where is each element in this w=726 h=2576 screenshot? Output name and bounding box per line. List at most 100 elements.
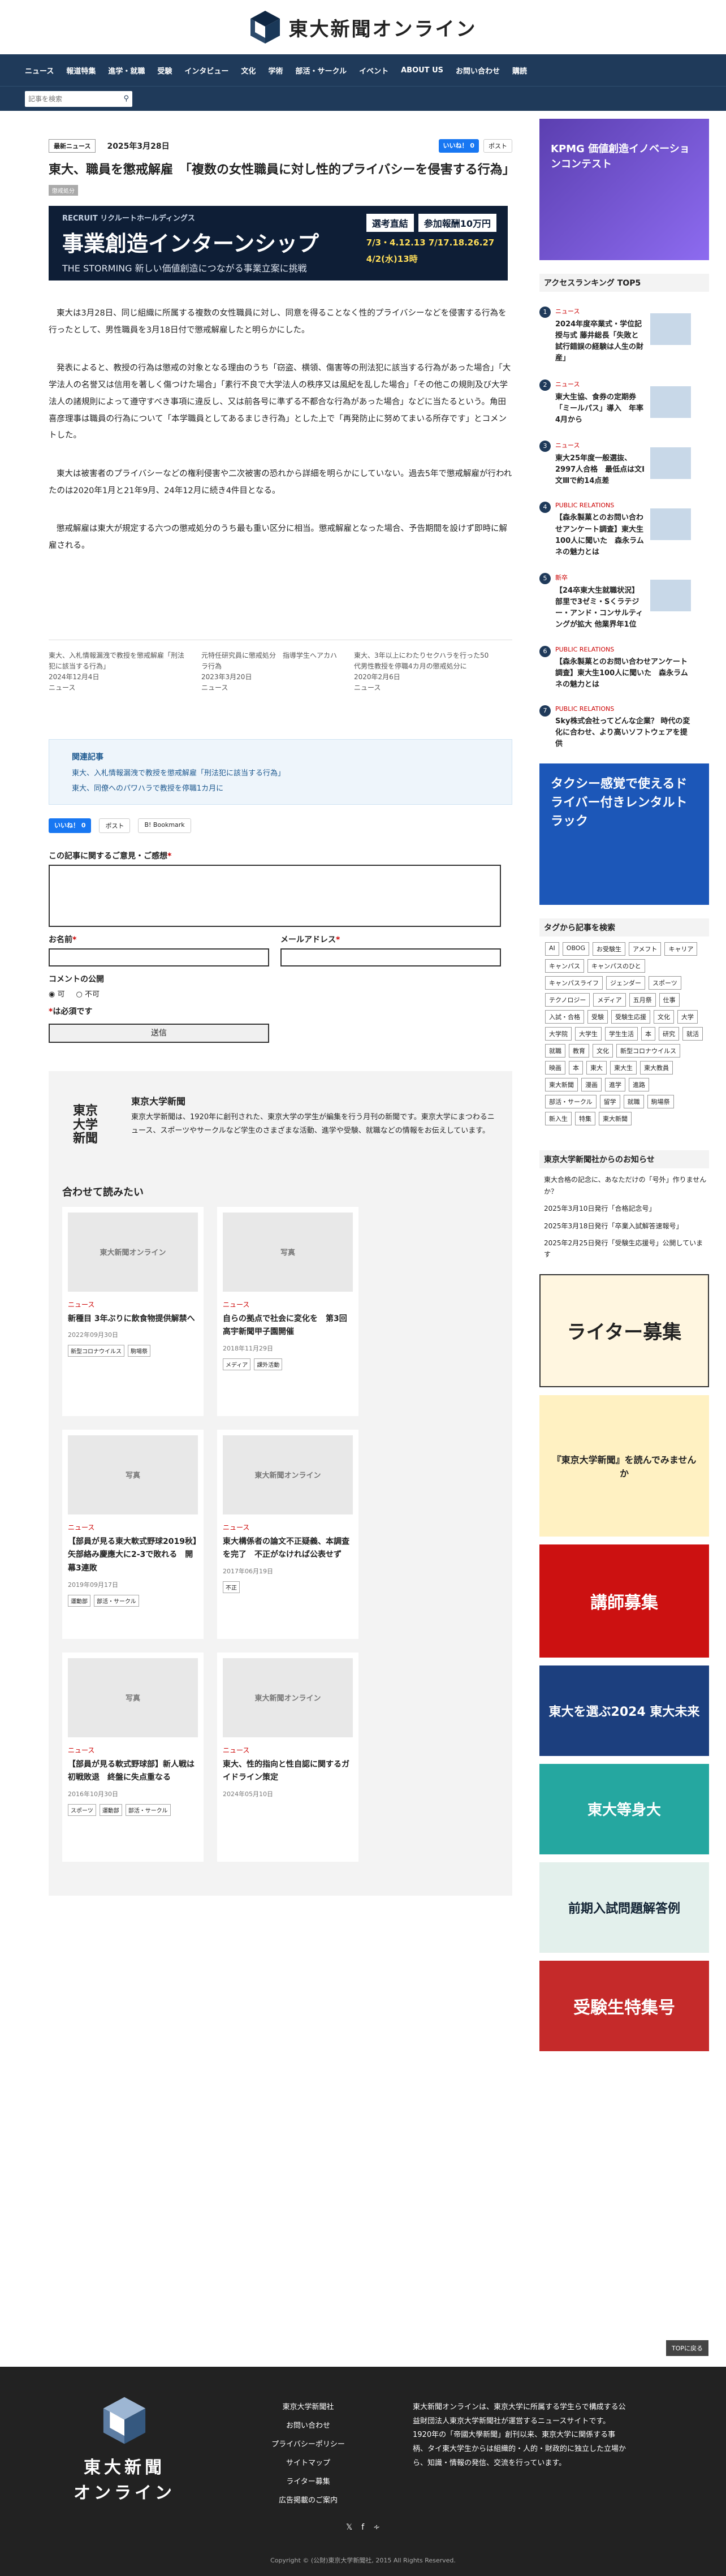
tag-link[interactable]: 大学院	[545, 1027, 572, 1041]
tag-link[interactable]: 留学	[599, 1095, 620, 1109]
card-tag[interactable]: 部活・サークル	[125, 1804, 171, 1816]
ranking-item[interactable]: 2 ニュース 東大生協、食券の定期券「ミールパス」導入 年率4月から	[539, 379, 709, 426]
footer-link[interactable]: 東京大学新聞社	[282, 2401, 334, 2411]
ranking-item[interactable]: 3 ニュース 東大25年度一般選抜、2997人合格 最低点は文Ⅰ文Ⅲで約14点差	[539, 440, 709, 487]
tag-link[interactable]: 研究	[659, 1027, 679, 1041]
nav-item[interactable]: 学術	[268, 65, 283, 76]
category-badge[interactable]: 最新ニュース	[49, 139, 96, 153]
exam-special-ad[interactable]: 受験生特集号	[539, 1960, 709, 2051]
tag-link[interactable]: アメフト	[628, 942, 662, 956]
tag-link[interactable]: 学生生活	[605, 1027, 638, 1041]
notice-item[interactable]: 東大合格の記念に、あなただけの「号外」作りませんか？	[539, 1174, 709, 1197]
tag-link[interactable]: 部活・サークル	[545, 1095, 597, 1109]
tag-link[interactable]: スポーツ	[649, 976, 681, 990]
tag-link[interactable]: 漫画	[581, 1078, 602, 1092]
ranking-item[interactable]: 1 ニュース 2024年度卒業式・学位記授与式 藤井総長「失敗と試行錯誤の経験は人生…	[539, 307, 709, 365]
nav-item[interactable]: お問い合わせ	[456, 65, 500, 76]
tag-link[interactable]: 文化	[593, 1044, 613, 1058]
tag-link[interactable]: 就職	[545, 1044, 565, 1058]
card-tag[interactable]: 運動部	[68, 1595, 90, 1607]
article-card[interactable]: 東大新聞オンライン ニュース 東大、性的指向と性自認に関するガイドライン策定 2024…	[217, 1652, 358, 1862]
article-card[interactable]: 写真 ニュース 自らの拠点で社会に変化を 第3回高宇新聞甲子園開催 2018年11月2…	[217, 1206, 358, 1416]
kpmg-ad[interactable]: KPMG 価値創造イノベーションコンテスト	[539, 119, 709, 260]
related-item[interactable]: 東大、入札情報漏洩で教授を懲戒解雇「刑法犯に該当する行為」 2024年12月4日ニ…	[49, 650, 190, 694]
submit-button[interactable]: 送信	[49, 1023, 269, 1043]
tag-link[interactable]: 東大新聞	[599, 1112, 632, 1126]
writer-recruit-ad[interactable]: ライター募集	[539, 1274, 709, 1387]
tag-link[interactable]: 進学	[605, 1078, 625, 1092]
tag-link[interactable]: 就活	[682, 1027, 703, 1041]
nav-item[interactable]: 購読	[512, 65, 527, 76]
tag-link[interactable]: 映画	[545, 1061, 565, 1075]
nav-item[interactable]: イベント	[359, 65, 388, 76]
nav-item[interactable]: 報道特集	[66, 65, 96, 76]
site-logo[interactable]: 東大新聞オンライン	[249, 10, 477, 45]
tag-link[interactable]: 東大生	[610, 1061, 637, 1075]
back-to-top-button[interactable]: TOPに戻る	[666, 2340, 709, 2356]
x-post-button[interactable]: ポスト	[483, 139, 512, 153]
todai-toushindai-ad[interactable]: 東大等身大	[539, 1763, 709, 1854]
tutor-recruit-ad[interactable]: 講師募集	[539, 1544, 709, 1658]
pr-item[interactable]: 6 PUBLIC RELATIONS 【森永製菓とのお問い合わせアンケート調査】東大…	[539, 645, 709, 691]
tag-link[interactable]: 特集	[575, 1112, 595, 1126]
subscribe-ad[interactable]: 『東京大学新聞』を読んでみませんか	[539, 1395, 709, 1537]
nav-item[interactable]: 部活・サークル	[295, 65, 347, 76]
name-field[interactable]	[49, 948, 269, 966]
tag-link[interactable]: 受験	[587, 1010, 608, 1024]
card-tag[interactable]: スポーツ	[68, 1804, 96, 1816]
tag-link[interactable]: 新入生	[545, 1112, 572, 1126]
tag-link[interactable]: 仕事	[659, 993, 680, 1007]
tag-link[interactable]: キャンパス	[545, 959, 584, 973]
article-card[interactable]: 東大新聞オンライン ニュース 新種目 3年ぶりに飲食物提供解禁へ 2022年09月30…	[62, 1206, 204, 1416]
facebook-like-button[interactable]: いいね！ 0	[438, 139, 479, 153]
notice-item[interactable]: 2025年2月25日発行「受験生応援号」公開しています	[539, 1237, 709, 1261]
article-card[interactable]: 写真 ニュース 【部員が見る東大軟式野球2019秋】矢部絡み慶應大に2-3で敗れる …	[62, 1429, 204, 1639]
tag-link[interactable]: 入試・合格	[545, 1010, 584, 1024]
tag-link[interactable]: 教育	[569, 1044, 589, 1058]
footer-link[interactable]: お問い合わせ	[286, 2419, 330, 2430]
nav-item[interactable]: ABOUT US	[401, 66, 443, 75]
tag-link[interactable]: 駒場祭	[647, 1095, 674, 1109]
facebook-like-button[interactable]: いいね！ 0	[49, 818, 92, 833]
article-card[interactable]: 東大新聞オンライン ニュース 東大構係者の論文不正疑義、本調査を完了 不正がなければ…	[217, 1429, 358, 1639]
twitter-icon[interactable]: 𝕏	[346, 2523, 352, 2532]
tag-link[interactable]: 進路	[629, 1078, 649, 1092]
exam-answers-ad[interactable]: 前期入試問題解答例	[539, 1862, 709, 1953]
tag-link[interactable]: メディア	[593, 993, 626, 1007]
card-tag[interactable]: 新型コロナウイルス	[68, 1345, 124, 1357]
footer-link[interactable]: ライター募集	[286, 2475, 330, 2486]
radio-yes[interactable]: ◉ 可	[49, 988, 65, 999]
card-tag[interactable]: 部活・サークル	[94, 1595, 139, 1607]
truck-rental-ad[interactable]: タクシー感覚で使えるドライバー付きレンタルトラック	[539, 763, 709, 905]
ranking-item[interactable]: 4 PUBLIC RELATIONS 【森永製菓とのお問い合わせアンケート調査】東大…	[539, 502, 709, 558]
tag-link[interactable]: OBOG	[562, 942, 589, 956]
tag-link[interactable]: 本	[569, 1061, 583, 1075]
tag-link[interactable]: AI	[545, 942, 559, 956]
card-tag[interactable]: 課外活動	[254, 1358, 283, 1371]
tag-link[interactable]: 五月祭	[629, 993, 656, 1007]
tag-link[interactable]: 就職	[623, 1095, 644, 1109]
related-article-link[interactable]: 東大、入札情報漏洩で教授を懲戒解雇「刑法犯に該当する行為」	[72, 767, 489, 778]
tag-link[interactable]: お受験生	[592, 942, 625, 956]
nav-item[interactable]: ニュース	[25, 65, 54, 76]
tag-link[interactable]: 受験生応援	[611, 1010, 650, 1024]
email-field[interactable]	[280, 948, 501, 966]
facebook-icon[interactable]: f	[361, 2523, 364, 2532]
search-icon[interactable]: ⚲	[123, 94, 129, 103]
card-tag[interactable]: 駒場祭	[128, 1345, 150, 1357]
tag-link[interactable]: 東大教員	[640, 1061, 673, 1075]
notice-item[interactable]: 2025年3月18日発行「卒業入試解答速報号」	[539, 1220, 709, 1232]
tag-link[interactable]: キャンパスライフ	[545, 976, 603, 990]
tag-link[interactable]: 大学生	[575, 1027, 602, 1041]
feedback-textarea[interactable]	[49, 864, 501, 927]
rss-icon[interactable]: ∻	[373, 2523, 380, 2532]
article-tag[interactable]: 懲戒処分	[49, 185, 78, 196]
tag-link[interactable]: 大学	[677, 1010, 698, 1024]
tag-link[interactable]: ジェンダー	[606, 976, 645, 990]
card-tag[interactable]: 不正	[223, 1581, 240, 1594]
card-tag[interactable]: 運動部	[99, 1804, 122, 1816]
tag-link[interactable]: 文化	[654, 1010, 674, 1024]
pr-item[interactable]: 7 PUBLIC RELATIONS Sky株式会社ってどんな企業？ 時代の変化に合…	[539, 705, 709, 750]
related-item[interactable]: 東大、3年以上にわたりセクハラを行った50代男性教授を停職4カ月の懲戒処分に 20…	[354, 650, 495, 694]
nav-item[interactable]: 受験	[157, 65, 172, 76]
